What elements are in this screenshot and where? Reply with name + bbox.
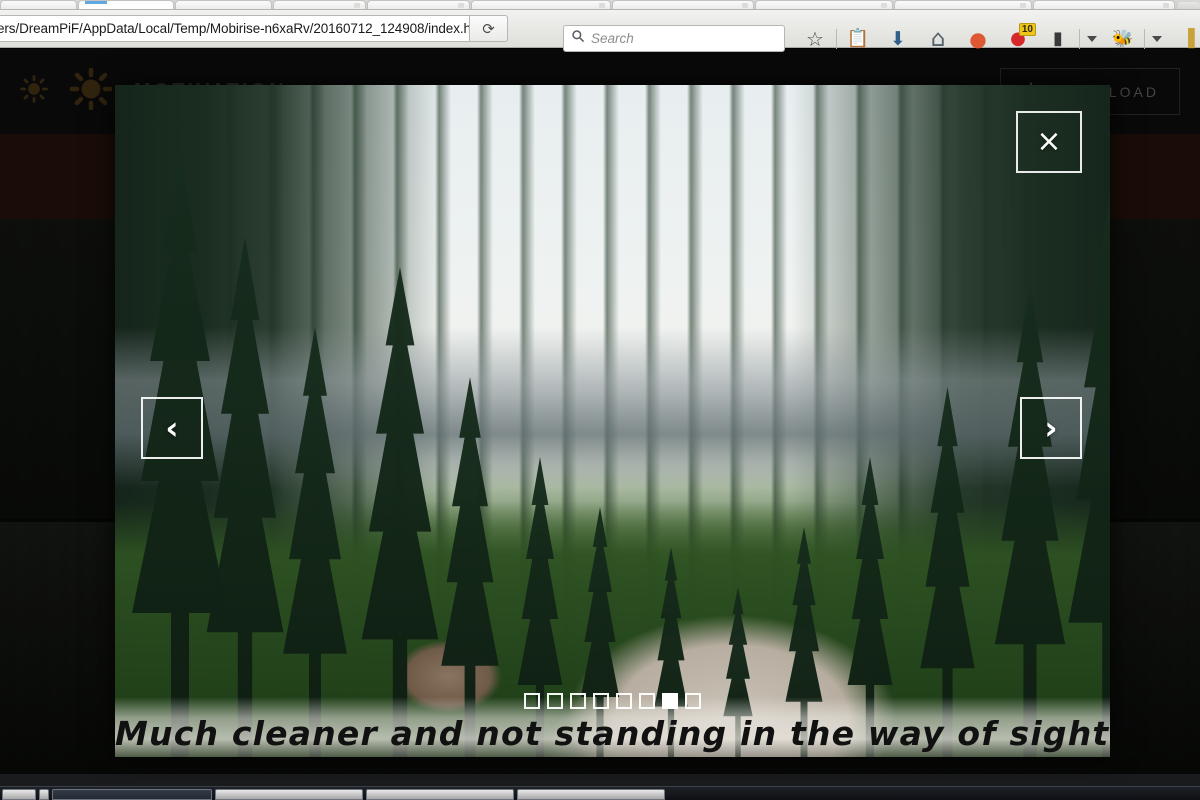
bookmark-star-icon[interactable]: ☆ [795, 20, 835, 58]
browser-tab-2[interactable] [77, 0, 175, 9]
tab-favicon [353, 3, 360, 8]
toolbar-separator [1079, 29, 1080, 49]
downloads-icon-glyph: ⬇ [890, 27, 906, 50]
tab-favicon [458, 3, 465, 8]
carousel-indicator-4[interactable] [593, 693, 609, 709]
home-icon[interactable]: ⌂ [918, 20, 958, 58]
chevron-right-icon: › [1044, 409, 1058, 447]
url-input[interactable]: ers/DreamPiF/AppData/Local/Temp/Mobirise… [0, 15, 470, 42]
carousel-indicator-3[interactable] [570, 693, 586, 709]
browser-tab-strip [0, 0, 1200, 10]
chevron-left-icon: ‹ [165, 409, 179, 447]
browser-tab-7[interactable] [611, 0, 755, 9]
carousel-indicator-2[interactable] [547, 693, 563, 709]
toolbar-separator [836, 29, 837, 49]
dropdown-caret-2-icon[interactable] [1146, 20, 1168, 58]
reload-icon: ⟳ [482, 20, 495, 38]
carousel-indicator-6[interactable] [639, 693, 655, 709]
reading-list-icon[interactable]: 📋 [838, 20, 878, 58]
taskbar-button-1[interactable] [2, 789, 36, 800]
toolbar-separator [1144, 29, 1145, 49]
chart-extension-icon-glyph: ▐ [1181, 28, 1195, 49]
search-placeholder: Search [591, 31, 634, 46]
tab-favicon [598, 3, 605, 8]
browser-tab-4[interactable] [272, 0, 366, 9]
taskbar-button-3[interactable] [52, 789, 212, 800]
notification-badge: 10 [1018, 23, 1036, 36]
lightbox-modal: × ‹ › Much cleaner and not standing in t… [115, 85, 1110, 757]
tab-favicon [1163, 3, 1170, 8]
active-tab-indicator [84, 1, 107, 4]
search-icon [571, 29, 585, 48]
taskbar-button-6[interactable] [517, 789, 665, 800]
address-bar[interactable]: ers/DreamPiF/AppData/Local/Temp/Mobirise… [0, 15, 508, 42]
caret-shape [1087, 36, 1097, 42]
duckduckgo-icon-glyph: ● [969, 27, 987, 51]
taskbar-button-5[interactable] [366, 789, 514, 800]
color-extension-icon[interactable]: ● 10 [998, 20, 1038, 58]
screen: MOTIVATION DOWNLOAD [0, 0, 1200, 800]
browser-toolbar-icons: ☆ 📋 ⬇ ⌂ ● ● 10 ▮ 🐝 ▐ [795, 20, 1200, 58]
browser-tab-1[interactable] [0, 0, 77, 9]
browser-tab-9[interactable] [894, 0, 1032, 9]
close-icon: × [1036, 124, 1062, 159]
reload-button[interactable]: ⟳ [470, 15, 508, 42]
server-extension-icon[interactable]: ▮ [1038, 20, 1078, 58]
os-taskbar [0, 786, 1200, 800]
duckduckgo-icon[interactable]: ● [958, 20, 998, 58]
bug-extension-icon-glyph: 🐝 [1112, 28, 1134, 49]
reading-list-icon-glyph: 📋 [846, 28, 870, 49]
search-bar[interactable]: Search [563, 25, 785, 52]
tab-favicon [742, 3, 749, 8]
lightbox-caption: Much cleaner and not standing in the way… [115, 714, 1110, 753]
chart-extension-icon[interactable]: ▐ [1168, 20, 1200, 58]
bug-extension-icon[interactable]: 🐝 [1103, 20, 1143, 58]
taskbar-button-2[interactable] [39, 789, 49, 800]
server-extension-icon-glyph: ▮ [1053, 28, 1063, 49]
caret-shape [1152, 36, 1162, 42]
lightbox-next-button[interactable]: › [1020, 397, 1082, 459]
carousel-indicator-5[interactable] [616, 693, 632, 709]
carousel-indicator-7[interactable] [662, 693, 678, 709]
browser-navigation-bar: ers/DreamPiF/AppData/Local/Temp/Mobirise… [0, 10, 1200, 52]
browser-tab-6[interactable] [471, 0, 611, 9]
carousel-indicator-1[interactable] [524, 693, 540, 709]
lightbox-photo [115, 85, 1110, 757]
browser-tab-3[interactable] [175, 0, 272, 9]
dropdown-caret-1-icon[interactable] [1081, 20, 1103, 58]
home-icon-glyph: ⌂ [930, 25, 946, 52]
downloads-icon[interactable]: ⬇ [878, 20, 918, 58]
lightbox-indicators [115, 693, 1110, 709]
tab-favicon [881, 3, 888, 8]
browser-tab-10[interactable] [1032, 0, 1176, 9]
carousel-indicator-8[interactable] [685, 693, 701, 709]
lightbox-prev-button[interactable]: ‹ [141, 397, 203, 459]
new-tab-button[interactable] [1178, 2, 1200, 9]
browser-tab-8[interactable] [755, 0, 894, 9]
taskbar-button-4[interactable] [215, 789, 363, 800]
lightbox-close-button[interactable]: × [1016, 111, 1082, 173]
bookmark-star-icon-glyph: ☆ [806, 27, 824, 51]
browser-tab-5[interactable] [366, 0, 471, 9]
tab-favicon [1019, 3, 1026, 8]
